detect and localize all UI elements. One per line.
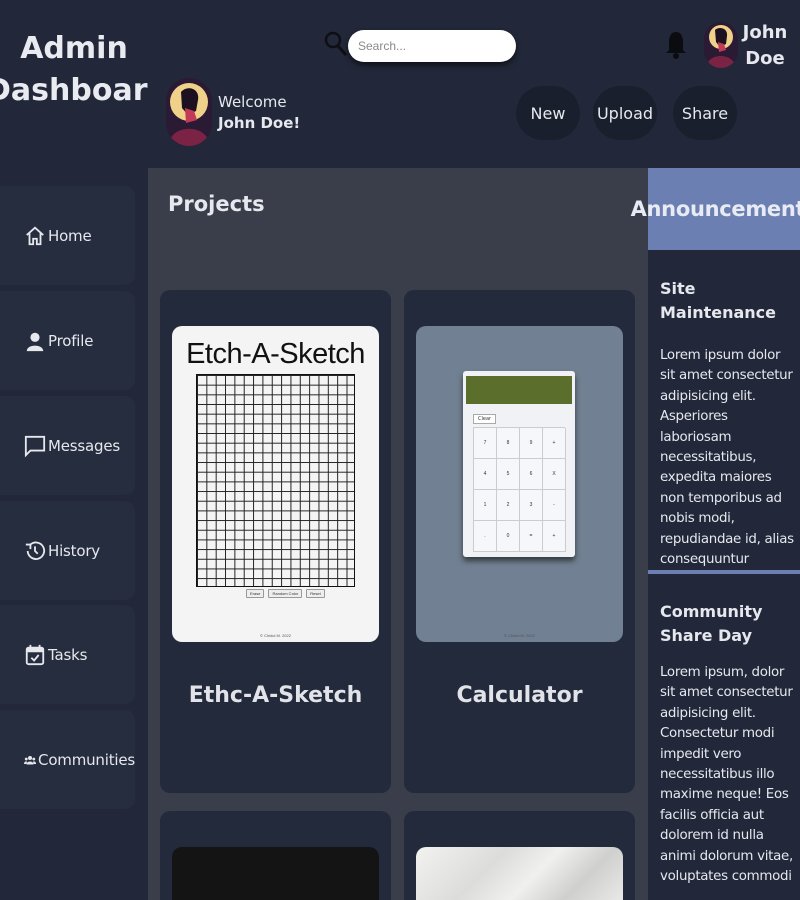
welcome-name: John Doe! xyxy=(218,114,301,132)
project-card-calculator[interactable]: Clear 7 8 9 + 4 5 6 X 1 2 3 - . 0 = + © … xyxy=(404,290,635,793)
preview-key: - xyxy=(543,490,566,521)
sidebar-item-label: Messages xyxy=(48,436,120,455)
upload-button[interactable]: Upload xyxy=(593,86,657,140)
sidebar: Admin Dashboard Home Profile Messages Hi… xyxy=(0,0,169,900)
preview-key: = xyxy=(520,521,543,552)
announcement-title: Community Share Day xyxy=(660,602,763,645)
preview-key: 8 xyxy=(497,428,520,459)
preview-key: 9 xyxy=(520,428,543,459)
preview-key: 6 xyxy=(520,459,543,490)
sidebar-item-profile[interactable]: Profile xyxy=(0,291,135,390)
history-icon xyxy=(25,541,46,560)
group-icon xyxy=(24,755,37,765)
user-last-name: Doe xyxy=(745,48,785,69)
user-first-name: John xyxy=(742,22,788,43)
preview-key: 5 xyxy=(497,459,520,490)
preview-key: 7 xyxy=(474,428,497,459)
announcements-heading: Announcements xyxy=(631,168,800,250)
sidebar-item-history[interactable]: History xyxy=(0,501,135,600)
preview-key: X xyxy=(543,459,566,490)
preview-buttons: Erase Random Color Reset xyxy=(246,589,325,598)
brand-line-1: Admin xyxy=(20,31,128,66)
preview-keypad: 7 8 9 + 4 5 6 X 1 2 3 - . 0 = + xyxy=(473,427,566,552)
sidebar-item-messages[interactable]: Messages xyxy=(0,396,135,495)
preview-key: 3 xyxy=(520,490,543,521)
sidebar-item-label: Home xyxy=(48,226,92,245)
welcome-avatar xyxy=(166,78,212,146)
project-preview-image[interactable] xyxy=(172,847,379,900)
preview-clear-button: Clear xyxy=(473,414,497,424)
project-card[interactable] xyxy=(404,811,635,900)
preview-key: . xyxy=(474,521,497,552)
avatar[interactable] xyxy=(704,22,738,68)
preview-grid xyxy=(196,374,355,587)
sidebar-item-tasks[interactable]: Tasks xyxy=(0,605,135,704)
sidebar-item-communities[interactable]: Communities xyxy=(0,710,135,809)
announcement-title: Site Maintenance xyxy=(660,279,777,322)
announcement-item: Site Maintenance Lorem ipsum dolor sit a… xyxy=(648,250,800,649)
announcement-item: Community Share Day Lorem ipsum, dolor s… xyxy=(648,574,800,900)
project-card-title[interactable]: Calculator xyxy=(404,683,635,708)
preview-key: 1 xyxy=(474,490,497,521)
brand-line-2: Dashboard xyxy=(0,73,169,108)
preview-key: + xyxy=(543,521,566,552)
sidebar-item-label: Communities xyxy=(38,750,135,769)
message-icon xyxy=(24,435,46,457)
sidebar-item-label: Profile xyxy=(48,331,94,350)
share-button[interactable]: Share xyxy=(673,86,737,140)
new-button[interactable]: New xyxy=(516,86,580,140)
project-card-title[interactable]: Ethc-A-Sketch xyxy=(160,683,391,708)
project-preview-image[interactable] xyxy=(416,847,623,900)
home-icon xyxy=(26,226,44,245)
announcements-panel: Announcements Site Maintenance Lorem ips… xyxy=(631,168,800,900)
preview-calculator: Clear 7 8 9 + 4 5 6 X 1 2 3 - . 0 = + xyxy=(463,371,575,557)
announcement-body: Lorem ipsum, dolor sit amet consectetur … xyxy=(660,665,793,885)
preview-erase-button: Erase xyxy=(246,589,265,598)
user-icon xyxy=(26,332,44,351)
preview-key: 2 xyxy=(497,490,520,521)
welcome-label: Welcome xyxy=(218,93,287,111)
user-name: John Doe xyxy=(740,20,790,72)
calendar-icon xyxy=(25,644,45,665)
preview-random-color-button: Random Color xyxy=(268,589,303,598)
preview-heading: Etch-A-Sketch xyxy=(186,338,365,370)
preview-key: 4 xyxy=(474,459,497,490)
sidebar-item-home[interactable]: Home xyxy=(0,186,135,285)
project-card-etch-a-sketch[interactable]: Etch-A-Sketch Erase Random Color Reset ©… xyxy=(160,290,391,793)
preview-key: 0 xyxy=(497,521,520,552)
sidebar-item-label: Tasks xyxy=(48,645,88,664)
preview-footer: © Chidoi M. 2022 xyxy=(504,633,535,638)
sidebar-item-label: History xyxy=(48,541,100,560)
project-preview-image[interactable]: Clear 7 8 9 + 4 5 6 X 1 2 3 - . 0 = + © … xyxy=(416,326,623,642)
preview-key: + xyxy=(543,428,566,459)
preview-calculator-display xyxy=(466,376,572,404)
projects-section: Projects Etch-A-Sketch Erase Random Colo… xyxy=(148,168,648,900)
preview-reset-button: Reset xyxy=(306,589,325,598)
bell-icon[interactable] xyxy=(664,30,688,60)
preview-footer: © Chidoi M. 2022 xyxy=(260,633,291,638)
brand-title: Admin Dashboard xyxy=(0,28,169,112)
top-header: John Doe Welcome John Doe! New Upload Sh… xyxy=(148,0,800,168)
page-title: Projects xyxy=(168,192,265,216)
project-card[interactable] xyxy=(160,811,391,900)
search-icon[interactable] xyxy=(324,31,348,57)
welcome-message: Welcome John Doe! xyxy=(218,92,300,134)
project-preview-image[interactable]: Etch-A-Sketch Erase Random Color Reset ©… xyxy=(172,326,379,642)
search-input[interactable] xyxy=(348,30,516,62)
